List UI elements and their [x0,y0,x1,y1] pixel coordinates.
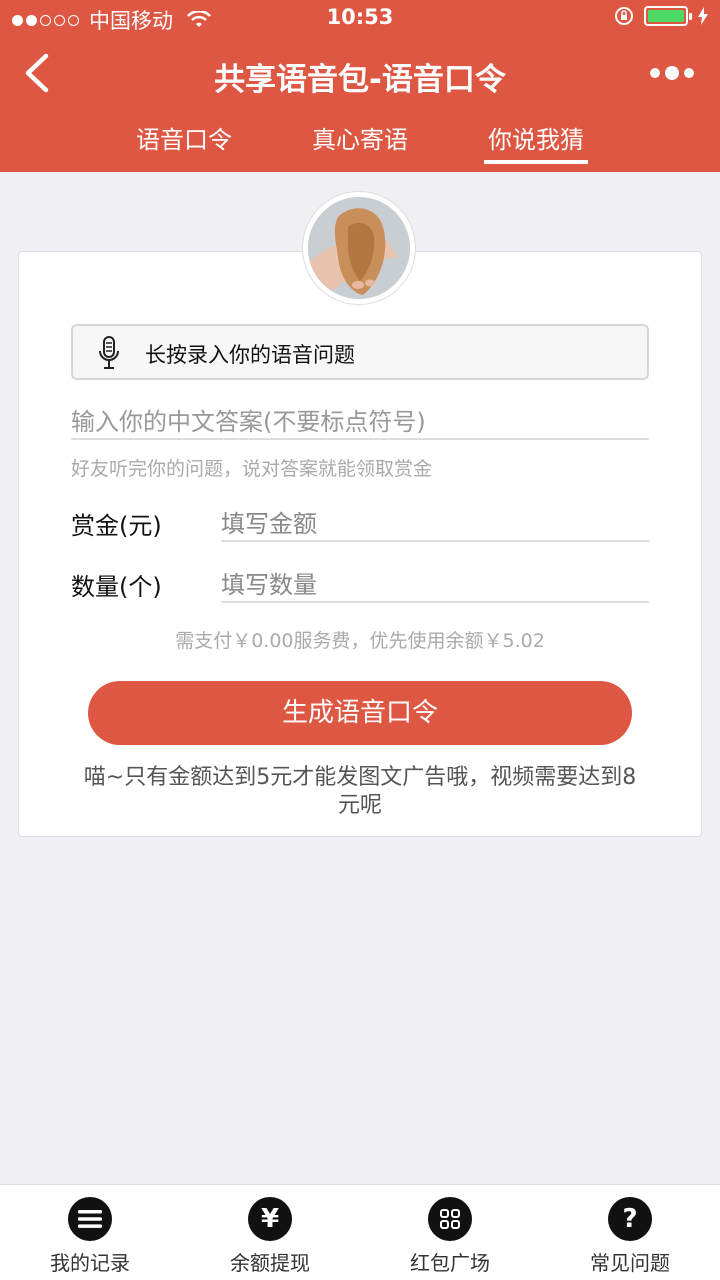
navbar: 共享语音包-语音口令 [0,40,720,106]
service-fee-text: 需支付￥0.00服务费，优先使用余额￥5.02 [175,630,545,652]
tab-voice-command[interactable]: 语音口令 [134,120,234,155]
reward-label: 赏金(元) [71,512,162,540]
bottom-nav-faq[interactable]: ? 常见问题 [540,1197,720,1276]
bottom-nav-label: 余额提现 [230,1251,310,1275]
notice-text: 喵~只有金额达到5元才能发图文广告哦，视频需要达到8元呢 [83,765,637,818]
tab-sincere-message[interactable]: 真心寄语 [310,120,410,155]
bottom-nav-withdraw[interactable]: ¥ 余额提现 [180,1197,360,1276]
grid-icon [428,1197,472,1241]
bottom-nav: 我的记录 ¥ 余额提现 红包广场 ? 常见问题 [0,1184,720,1280]
header: 中国移动 10:53 共享语音包-语音口令 语音口令 真心寄语 你说我猜 [0,0,720,172]
record-voice-button[interactable]: 长按录入你的语音问题 [71,324,649,380]
avatar-image [308,197,410,299]
bottom-nav-label: 红包广场 [410,1251,490,1275]
avatar [303,192,415,304]
answer-input[interactable]: 输入你的中文答案(不要标点符号) [71,398,649,440]
microphone-icon [99,336,119,369]
charging-icon [698,7,708,25]
quantity-label: 数量(个) [71,573,162,601]
tab-you-say-i-guess[interactable]: 你说我猜 [486,120,586,155]
quantity-input[interactable]: 填写数量 [221,561,649,603]
bottom-nav-label: 我的记录 [50,1251,130,1275]
record-voice-label: 长按录入你的语音问题 [145,343,355,367]
status-right [614,6,708,26]
page-title: 共享语音包-语音口令 [214,62,506,98]
answer-hint: 好友听完你的问题，说对答案就能领取赏金 [71,458,433,480]
reward-amount-input[interactable]: 填写金额 [221,500,649,542]
battery-icon [644,6,692,26]
tab-bar: 语音口令 真心寄语 你说我猜 [0,112,720,172]
yen-icon: ¥ [248,1197,292,1241]
menu-list-icon [68,1197,112,1241]
bottom-nav-red-packet-square[interactable]: 红包广场 [360,1197,540,1276]
active-tab-indicator [484,160,588,164]
generate-voice-command-button[interactable]: 生成语音口令 [88,681,632,745]
status-time: 10:53 [326,5,394,29]
status-bar: 中国移动 10:53 [0,0,720,36]
bottom-nav-label: 常见问题 [590,1251,670,1275]
question-icon: ? [608,1197,652,1241]
bottom-nav-my-records[interactable]: 我的记录 [0,1197,180,1276]
rotation-lock-icon [615,7,633,25]
more-options-icon[interactable] [650,66,694,80]
